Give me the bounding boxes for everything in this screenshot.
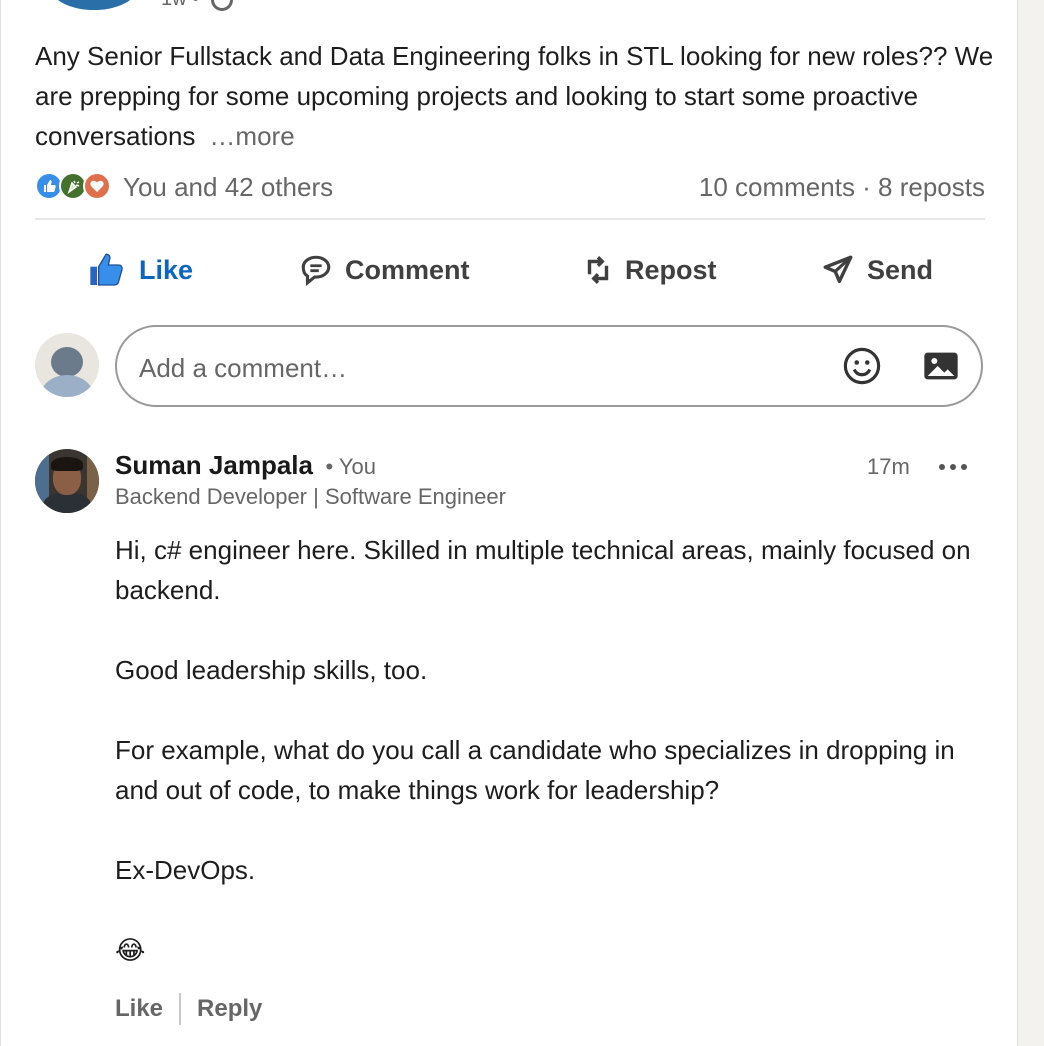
comment-composer (115, 325, 983, 407)
comment-timestamp: 17m (867, 454, 910, 479)
divider (179, 993, 182, 1025)
send-label: Send (867, 254, 934, 285)
love-reaction-icon (83, 172, 111, 200)
comment-paragraph: Good leadership skills, too. (115, 655, 428, 685)
repost-button[interactable]: Repost (583, 240, 717, 300)
reaction-icons[interactable] (35, 172, 115, 202)
thumbs-up-icon (90, 253, 123, 286)
post-time: 1w • (161, 0, 199, 10)
comment-author-headline: Backend Developer | Software Engineer (115, 484, 506, 509)
avatar-head-shape (51, 347, 83, 377)
send-button[interactable]: Send (821, 240, 933, 300)
more-options-icon[interactable] (937, 452, 969, 480)
globe-icon (210, 0, 233, 11)
comment-icon (301, 255, 331, 286)
comment-paragraph: Hi, c# engineer here. Skilled in multipl… (115, 535, 971, 605)
author-avatar[interactable] (51, 0, 137, 10)
dot (939, 464, 945, 470)
emoji-icon[interactable] (841, 345, 883, 392)
post-body: Any Senior Fullstack and Data Engineerin… (35, 41, 994, 151)
comment-like-button[interactable]: Like (115, 995, 163, 1023)
comment-action-bar: Like Reply (115, 990, 262, 1028)
like-button[interactable]: Like (87, 240, 193, 300)
comment-paragraph: For example, what do you call a candidat… (115, 735, 955, 805)
reaction-summary[interactable]: You and 42 others (123, 172, 333, 203)
comment-author-name[interactable]: Suman Jampala (115, 450, 313, 480)
avatar-hair-shape (51, 457, 83, 471)
divider (35, 218, 985, 220)
like-label: Like (139, 254, 194, 285)
laughing-emoji: 😂 (115, 935, 146, 965)
social-counts-row: You and 42 others 10 comments · 8 repost… (35, 170, 985, 206)
comment-label: Comment (345, 254, 470, 285)
repost-label: Repost (625, 254, 717, 285)
comment-body: Hi, c# engineer here. Skilled in multipl… (115, 530, 975, 970)
comment-author-line: Suman Jampala • You (115, 450, 376, 481)
comment-paragraph: Ex-DevOps. (115, 855, 256, 885)
comment-input[interactable] (137, 349, 821, 387)
see-more-link[interactable]: …more (209, 121, 294, 151)
avatar-body-shape (41, 375, 93, 397)
post-text: Any Senior Fullstack and Data Engineerin… (35, 36, 995, 156)
current-user-avatar[interactable] (35, 333, 99, 397)
avatar-shirt-shape (43, 493, 91, 513)
repost-icon (587, 256, 609, 284)
author-you-badge: • You (325, 454, 376, 479)
dot (961, 464, 967, 470)
comment-button[interactable]: Comment (299, 240, 470, 300)
post-meta: 1w • (161, 0, 233, 11)
comment-reply-button[interactable]: Reply (197, 995, 262, 1023)
image-icon[interactable] (921, 347, 961, 390)
commenter-avatar[interactable] (35, 449, 99, 513)
dot (950, 464, 956, 470)
send-icon (823, 255, 853, 284)
feed-post-card: 1w • Any Senior Fullstack and Data Engin… (0, 0, 1018, 1046)
comments-reposts-count[interactable]: 10 comments · 8 reposts (699, 172, 985, 203)
post-action-bar: Like Comment Repost Send (35, 240, 985, 300)
